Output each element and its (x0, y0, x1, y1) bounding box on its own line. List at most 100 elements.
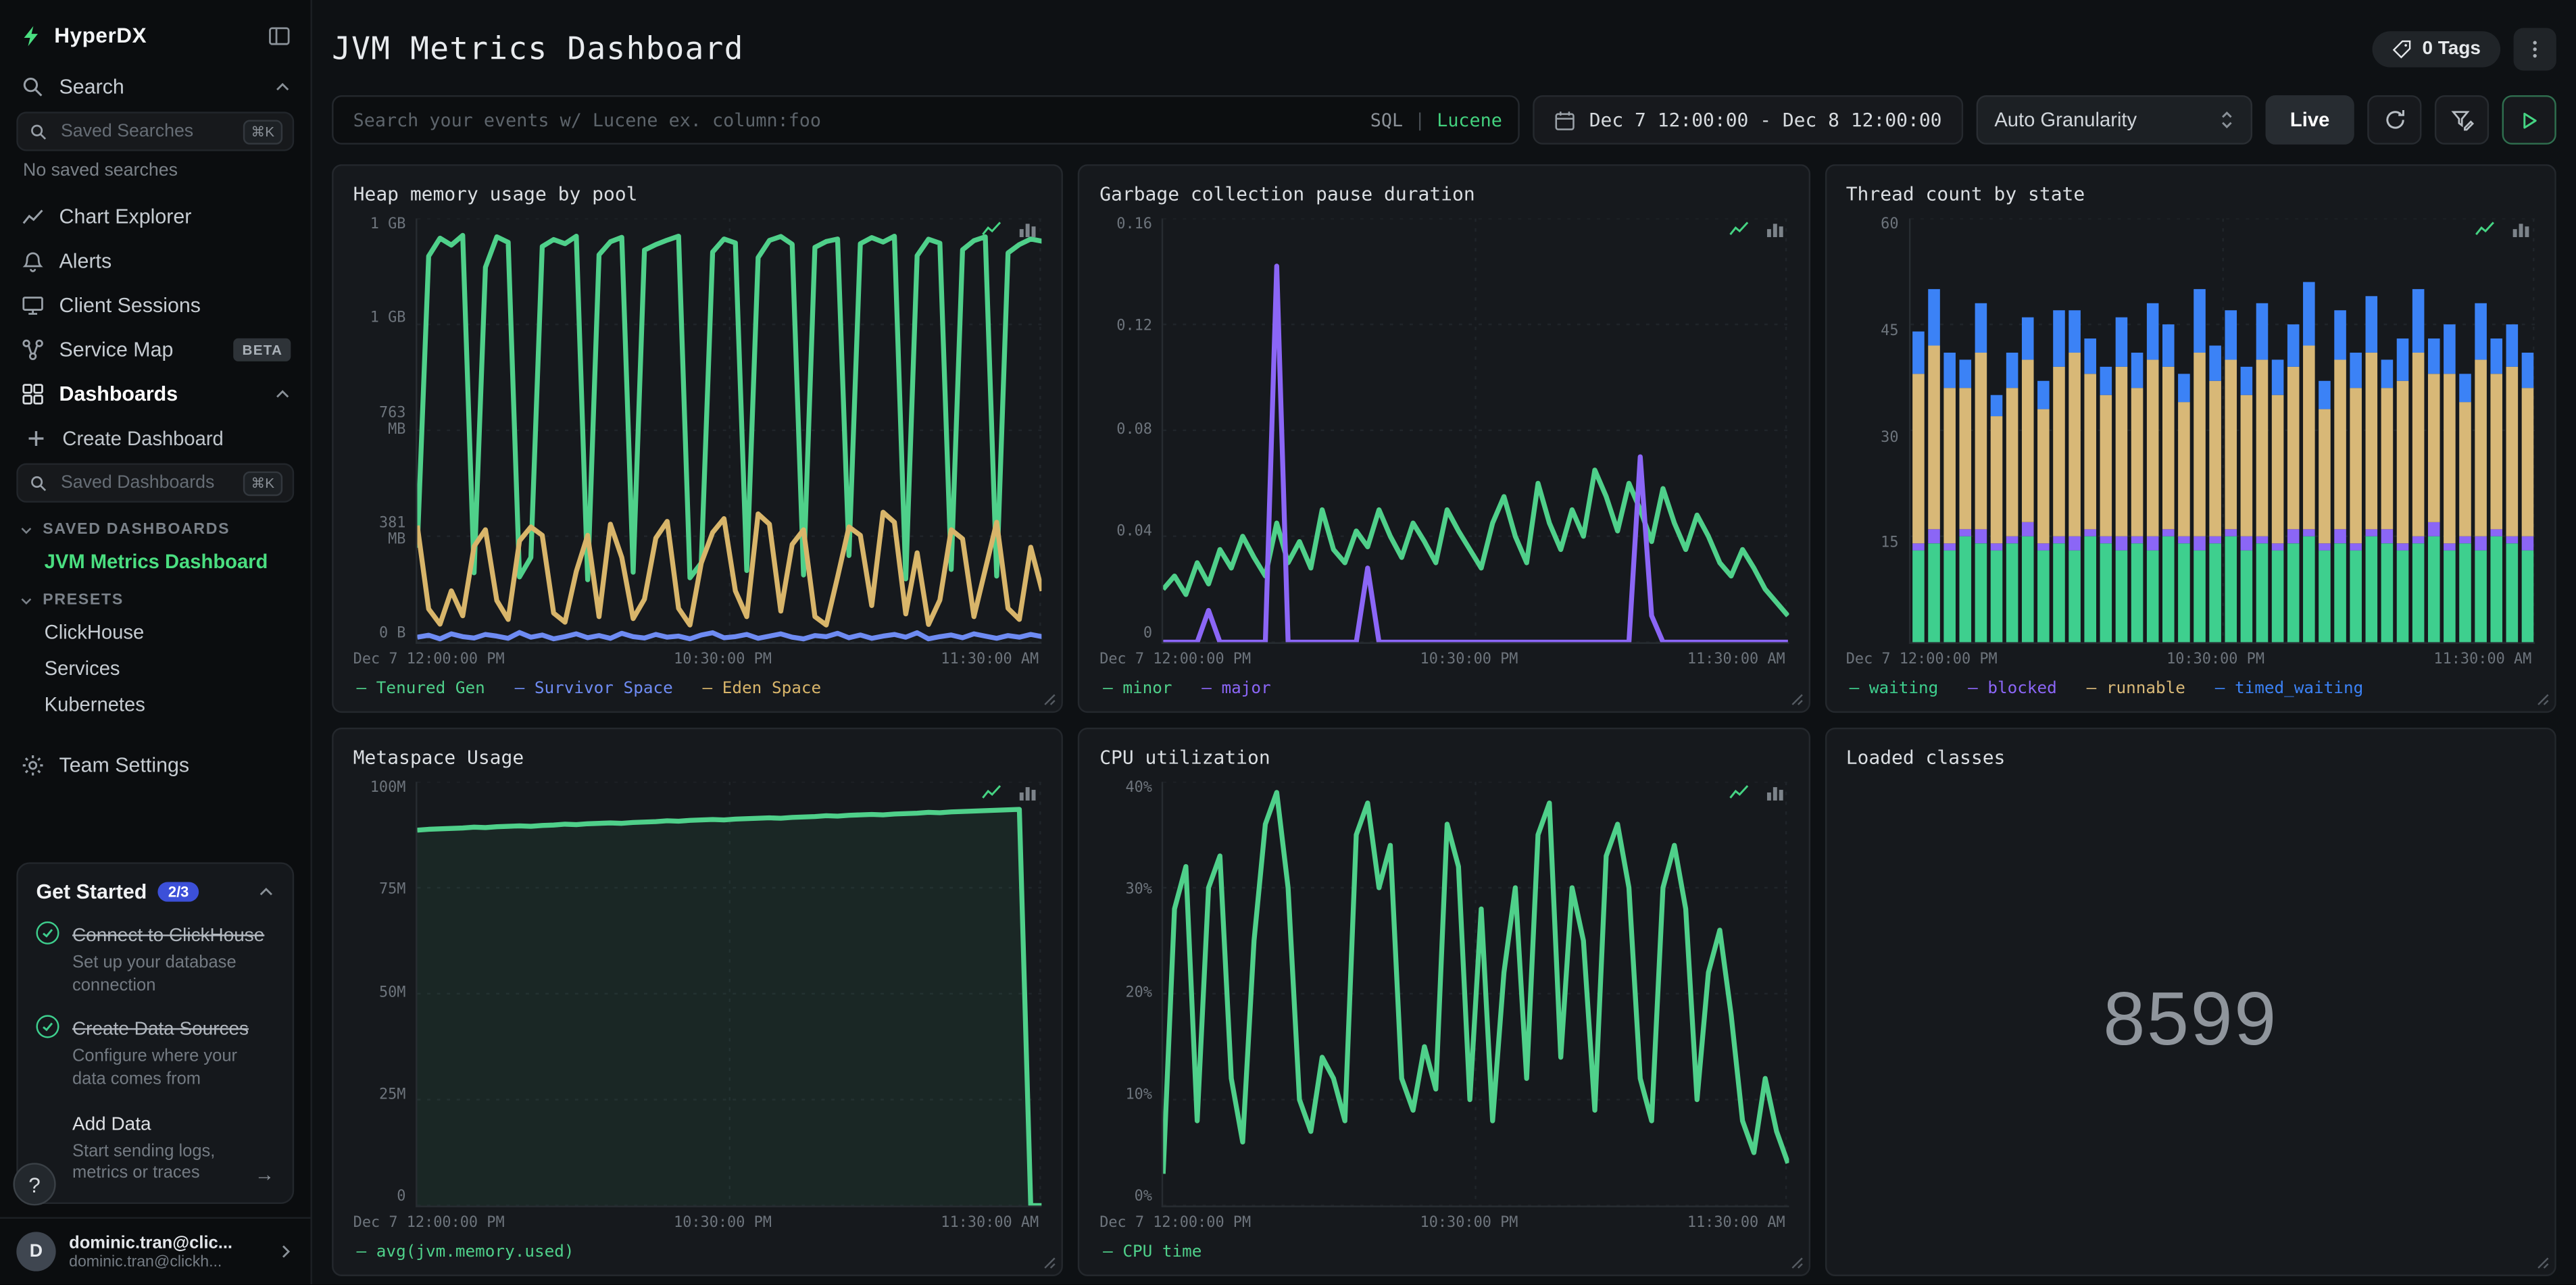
chevron-up-icon (258, 884, 274, 900)
presets-heading[interactable]: PRESETS (0, 580, 310, 614)
service-map-icon (20, 336, 44, 361)
x-tick-label: 11:30:00 AM (941, 1215, 1039, 1232)
line-chart-icon[interactable] (2474, 218, 2496, 240)
sidebar-item-kubernetes[interactable]: Kubernetes (0, 686, 310, 722)
event-search-input[interactable] (349, 107, 1354, 132)
y-tick-label: 0% (1134, 1189, 1152, 1206)
legend-item[interactable]: — waiting (1850, 680, 1939, 698)
user-menu[interactable]: D dominic.tran@clic... dominic.tran@clic… (0, 1217, 311, 1284)
avatar: D (16, 1232, 56, 1271)
filter-button[interactable] (2434, 95, 2490, 145)
date-range-button[interactable]: Dec 7 12:00:00 - Dec 8 12:00:00 (1533, 95, 1964, 145)
y-tick-label: 0 (1143, 626, 1152, 642)
bar-chart-icon[interactable] (1764, 218, 1785, 240)
plot-area (416, 218, 1043, 644)
line-chart-icon[interactable] (981, 782, 1003, 803)
resize-handle[interactable] (2537, 1257, 2550, 1269)
get-started-header[interactable]: Get Started 2/3 (36, 880, 274, 903)
sidebar-item-alerts[interactable]: Alerts (0, 238, 310, 283)
x-tick-label: Dec 7 12:00:00 PM (1846, 652, 1998, 669)
line-chart-icon[interactable] (1728, 782, 1750, 803)
legend-item[interactable]: — Eden Space (703, 680, 822, 698)
task-subtitle: Set up your database connection (72, 953, 237, 995)
saved-dashboards-input[interactable] (57, 471, 233, 495)
resize-handle[interactable] (1044, 1257, 1057, 1269)
bar-chart-icon[interactable] (2510, 218, 2532, 240)
saved-searches-search[interactable]: ⌘K (16, 111, 295, 151)
legend-item[interactable]: — timed_waiting (2215, 680, 2364, 698)
legend-item[interactable]: — avg(jvm.memory.used) (357, 1243, 574, 1261)
sidebar-item-client-sessions[interactable]: Client Sessions (0, 282, 310, 327)
task-subtitle: Configure where your data comes from (72, 1047, 238, 1090)
event-search[interactable]: SQL | Lucene (332, 95, 1520, 145)
sidebar-item-dashboards[interactable]: Dashboards (0, 371, 310, 415)
metric-value: 8599 (2103, 976, 2278, 1061)
y-tick-label: 10% (1125, 1086, 1152, 1104)
x-tick-label: Dec 7 12:00:00 PM (353, 1215, 505, 1232)
task-create-data-sources[interactable]: Create Data Sources Configure where your… (36, 1014, 274, 1092)
chart-line-icon (20, 203, 44, 228)
create-dashboard-label: Create Dashboard (62, 426, 224, 449)
task-connect-clickhouse[interactable]: Connect to ClickHouse Set up your databa… (36, 920, 274, 998)
run-query-button[interactable] (2502, 95, 2556, 145)
refresh-button[interactable] (2367, 95, 2422, 145)
line-chart-icon[interactable] (981, 218, 1003, 240)
resize-handle[interactable] (1044, 693, 1057, 706)
sidebar-item-services[interactable]: Services (0, 651, 310, 686)
y-tick-label: 0.16 (1116, 216, 1152, 234)
live-button[interactable]: Live (2265, 95, 2354, 145)
user-email: dominic.tran@clickh... (69, 1252, 222, 1271)
sidebar-item-chart-explorer[interactable]: Chart Explorer (0, 194, 310, 238)
hyperdx-logo-icon (20, 24, 43, 47)
create-dashboard-button[interactable]: Create Dashboard (0, 415, 310, 460)
chart-legend: — minor — major (1103, 680, 1789, 698)
sql-toggle[interactable]: SQL (1370, 109, 1403, 131)
x-tick-label: 10:30:00 PM (1420, 652, 1518, 669)
legend-item[interactable]: — minor (1103, 680, 1172, 698)
resize-handle[interactable] (1790, 693, 1803, 706)
x-tick-label: 11:30:00 AM (2433, 652, 2532, 669)
sidebar: HyperDX Search ⌘K No saved searches (0, 0, 312, 1285)
line-chart-icon[interactable] (1728, 218, 1750, 240)
saved-dashboards-search[interactable]: ⌘K (16, 463, 295, 503)
resize-handle[interactable] (1790, 1257, 1803, 1269)
y-axis: 0.16 0.12 0.08 0.04 0 (1099, 216, 1162, 644)
chart-card-thread-count: Thread count by state 60 45 30 15 Dec 7 12:… (1825, 164, 2556, 713)
lucene-toggle[interactable]: Lucene (1437, 109, 1502, 131)
legend-item[interactable]: — major (1202, 680, 1270, 698)
legend-item[interactable]: — CPU time (1103, 1243, 1202, 1261)
sidebar-item-label: Dashboards (59, 382, 178, 405)
sidebar-item-search[interactable]: Search (0, 64, 310, 109)
calendar-icon (1555, 109, 1577, 131)
legend-item[interactable]: — runnable (2087, 680, 2185, 698)
granularity-select[interactable]: Auto Granularity (1976, 95, 2252, 145)
sidebar-item-clickhouse[interactable]: ClickHouse (0, 614, 310, 650)
sidebar-item-label: Search (59, 74, 124, 98)
legend-item[interactable]: — Tenured Gen (357, 680, 485, 698)
more-menu-button[interactable] (2513, 28, 2556, 71)
chart-card-heap-memory: Heap memory usage by pool 1 GB 1 GB 763 MB… (332, 164, 1064, 713)
sidebar-item-jvm-metrics-dashboard[interactable]: JVM Metrics Dashboard (0, 544, 310, 580)
plot-area (1908, 218, 2535, 644)
saved-searches-input[interactable] (57, 120, 233, 143)
saved-dashboards-heading[interactable]: SAVED DASHBOARDS (0, 509, 310, 544)
help-button[interactable]: ? (13, 1163, 56, 1206)
task-add-data[interactable]: Add Data Start sending logs, metrics or … (36, 1108, 274, 1186)
beta-badge: BETA (234, 337, 291, 361)
bar-chart-icon[interactable] (1764, 782, 1785, 803)
task-title: Create Data Sources (72, 1020, 249, 1040)
legend-item[interactable]: — Survivor Space (515, 680, 673, 698)
sidebar-item-team-settings[interactable]: Team Settings (0, 742, 310, 787)
collapse-sidebar-icon[interactable] (268, 24, 291, 47)
bar-chart-icon[interactable] (1018, 782, 1039, 803)
resize-handle[interactable] (2537, 693, 2550, 706)
bar-chart-icon[interactable] (1018, 218, 1039, 240)
tags-button[interactable]: 0 Tags (2373, 31, 2501, 68)
legend-item[interactable]: — blocked (1968, 680, 2057, 698)
chart-legend: — avg(jvm.memory.used) (357, 1243, 1043, 1261)
x-tick-label: 11:30:00 AM (1687, 652, 1785, 669)
x-axis: Dec 7 12:00:00 PM 10:30:00 PM 11:30:00 AM (1846, 652, 2535, 668)
chart-card-gc-pause: Garbage collection pause duration 0.16 0.… (1078, 164, 1810, 713)
sidebar-item-service-map[interactable]: Service Map BETA (0, 327, 310, 372)
gear-icon (20, 752, 44, 776)
